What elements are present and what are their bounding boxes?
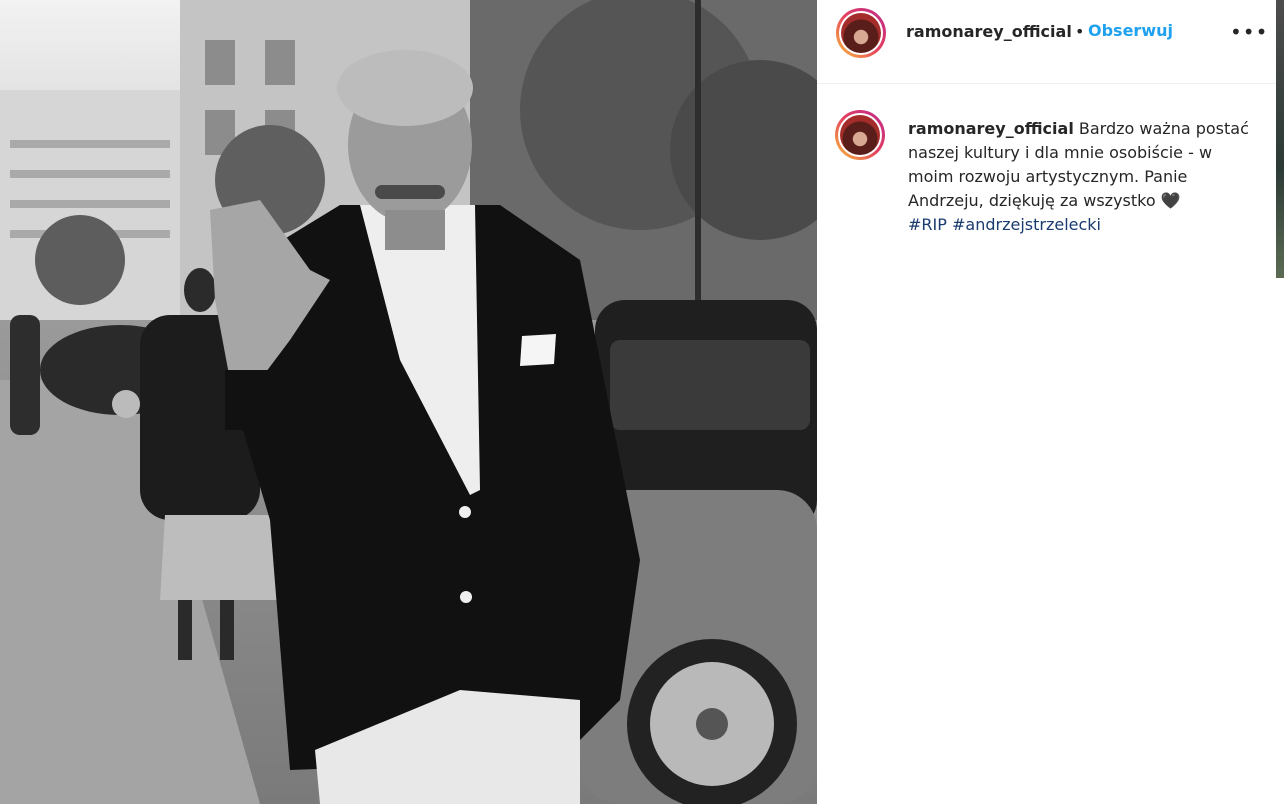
avatar-image	[841, 13, 881, 53]
avatar-ring-inner	[838, 113, 882, 157]
caption-avatar[interactable]	[835, 110, 885, 160]
more-options-icon[interactable]: •••	[1230, 20, 1268, 44]
header-separator: •	[1075, 22, 1085, 41]
follow-button[interactable]: Obserwuj	[1088, 21, 1173, 40]
background-edge	[1276, 0, 1284, 278]
hashtag-andrzejstrzelecki[interactable]: #andrzejstrzelecki	[952, 215, 1101, 234]
post-caption: ramonarey_official Bardzo ważna postać n…	[908, 117, 1258, 237]
avatar-ring-inner	[839, 11, 883, 55]
hashtag-rip[interactable]: #RIP	[908, 215, 947, 234]
avatar-image	[840, 115, 880, 155]
header-username[interactable]: ramonarey_official	[906, 22, 1072, 41]
caption-username[interactable]: ramonarey_official	[908, 119, 1074, 138]
post-image	[0, 0, 817, 804]
caption-hashtags: #RIP #andrzejstrzelecki	[908, 213, 1258, 237]
post-photo[interactable]	[0, 0, 817, 804]
post-sidebar: ramonarey_official • Obserwuj ••• ramona…	[817, 0, 1276, 804]
post-header: ramonarey_official • Obserwuj •••	[817, 0, 1276, 84]
header-avatar[interactable]	[836, 8, 886, 58]
